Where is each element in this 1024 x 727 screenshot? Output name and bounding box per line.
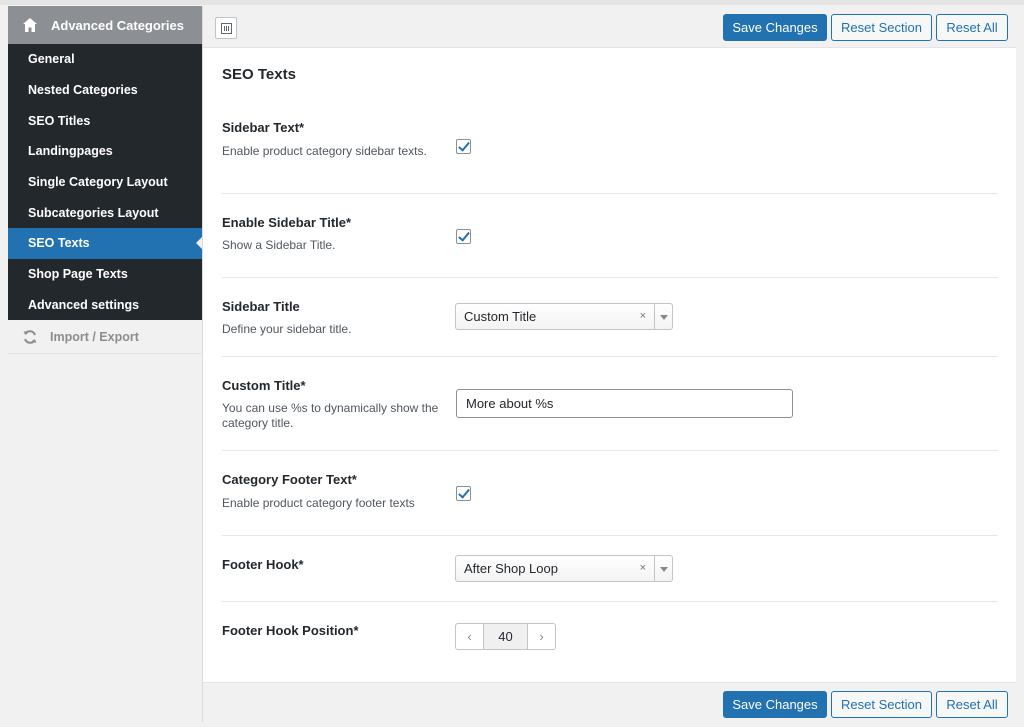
field-row-sidebar-text: Sidebar Text* Enable product category si… [222, 106, 998, 193]
footer-hook-select[interactable]: After Shop Loop × [455, 555, 673, 582]
enable-sidebar-title-checkbox[interactable] [456, 229, 471, 244]
sidebar-item-label: Subcategories Layout [28, 205, 159, 220]
expand-toggle-button[interactable] [215, 17, 237, 39]
reset-all-button[interactable]: Reset All [936, 14, 1008, 41]
top-border [0, 0, 1024, 5]
bottom-toolbar: Save Changes Reset Section Reset All [203, 682, 1017, 722]
home-icon [22, 17, 38, 33]
field-description: Enable product category footer texts [222, 496, 415, 510]
reset-all-button-bottom[interactable]: Reset All [936, 691, 1008, 718]
sidebar-item-label: Single Category Layout [28, 175, 168, 190]
field-title: Footer Hook Position* [222, 623, 359, 638]
sidebar-item-single-category-layout[interactable]: Single Category Layout [8, 167, 202, 198]
sidebar-item-import-export[interactable]: Import / Export [8, 320, 202, 355]
sidebar-item-advanced-settings[interactable]: Advanced settings [8, 290, 202, 321]
field-title: Sidebar Title [222, 299, 300, 314]
select-value: After Shop Loop [464, 561, 558, 576]
field-row-category-footer-text: Category Footer Text* Enable product cat… [222, 450, 998, 535]
select-value: Custom Title [464, 309, 537, 324]
clear-icon[interactable]: × [640, 562, 646, 574]
sidebar-title-select[interactable]: Custom Title × [455, 303, 673, 330]
section-title: SEO Texts [222, 66, 296, 83]
stepper-value[interactable]: 40 [483, 624, 528, 649]
reset-section-button-bottom[interactable]: Reset Section [831, 691, 932, 718]
reset-section-button[interactable]: Reset Section [831, 14, 932, 41]
refresh-icon [22, 329, 38, 345]
field-description: Define your sidebar title. [222, 322, 352, 336]
field-row-enable-sidebar-title: Enable Sidebar Title* Show a Sidebar Tit… [222, 193, 998, 277]
sidebar-item-label: Advanced settings [28, 297, 140, 312]
sidebar-item-label: Landingpages [28, 144, 113, 159]
field-row-sidebar-title: Sidebar Title Define your sidebar title.… [222, 277, 998, 356]
import-export-label: Import / Export [50, 329, 139, 344]
sidebar-item-landingpages[interactable]: Landingpages [8, 136, 202, 167]
sidebar-item-label: SEO Texts [28, 236, 90, 251]
expand-icon [221, 23, 232, 34]
sidebar-nav: General Nested Categories SEO Titles Lan… [8, 44, 202, 321]
chevron-down-icon[interactable] [654, 556, 672, 581]
category-footer-text-checkbox[interactable] [456, 486, 471, 501]
sidebar-item-general[interactable]: General [8, 44, 202, 75]
main-panel: Save Changes Reset Section Reset All SEO… [202, 6, 1017, 722]
sidebar: Advanced Categories General Nested Categ… [8, 6, 202, 722]
top-toolbar: Save Changes Reset Section Reset All [203, 6, 1016, 48]
sidebar-item-seo-titles[interactable]: SEO Titles [8, 105, 202, 136]
app-frame: Advanced Categories General Nested Categ… [0, 0, 1024, 727]
save-button[interactable]: Save Changes [723, 14, 827, 41]
sidebar-item-nested-categories[interactable]: Nested Categories [8, 75, 202, 106]
field-row-footer-hook: Footer Hook* After Shop Loop × [222, 535, 998, 601]
sidebar-item-label: Nested Categories [28, 83, 138, 98]
field-title: Enable Sidebar Title* [222, 215, 352, 230]
increment-button[interactable]: › [528, 624, 555, 649]
sidebar-header-label: Advanced Categories [51, 17, 184, 33]
sidebar-item-label: Shop Page Texts [28, 267, 128, 282]
field-title: Footer Hook* [222, 557, 304, 572]
field-row-custom-title: Custom Title* You can use %s to dynamica… [222, 356, 998, 450]
field-title: Sidebar Text* [222, 120, 305, 135]
sidebar-item-shop-page-texts[interactable]: Shop Page Texts [8, 259, 202, 290]
clear-icon[interactable]: × [640, 310, 646, 322]
save-button-bottom[interactable]: Save Changes [723, 691, 827, 718]
sidebar-item-seo-texts[interactable]: SEO Texts [8, 228, 202, 259]
field-description: You can use %s to dynamically show the c… [222, 401, 439, 430]
chevron-down-icon[interactable] [654, 304, 672, 329]
sidebar-item-label: SEO Titles [28, 113, 91, 128]
sidebar-header[interactable]: Advanced Categories [8, 6, 202, 44]
field-title: Category Footer Text* [222, 472, 357, 487]
sidebar-item-label: General [28, 52, 75, 67]
footer-hook-position-stepper[interactable]: ‹ 40 › [455, 623, 556, 650]
field-description: Show a Sidebar Title. [222, 238, 336, 252]
field-title: Custom Title* [222, 378, 306, 393]
decrement-button[interactable]: ‹ [456, 624, 483, 649]
field-row-footer-hook-position: Footer Hook Position* ‹ 40 › [222, 601, 998, 681]
sidebar-item-subcategories-layout[interactable]: Subcategories Layout [8, 197, 202, 228]
field-description: Enable product category sidebar texts. [222, 144, 427, 158]
sidebar-text-checkbox[interactable] [456, 139, 471, 154]
custom-title-input[interactable] [456, 389, 793, 418]
